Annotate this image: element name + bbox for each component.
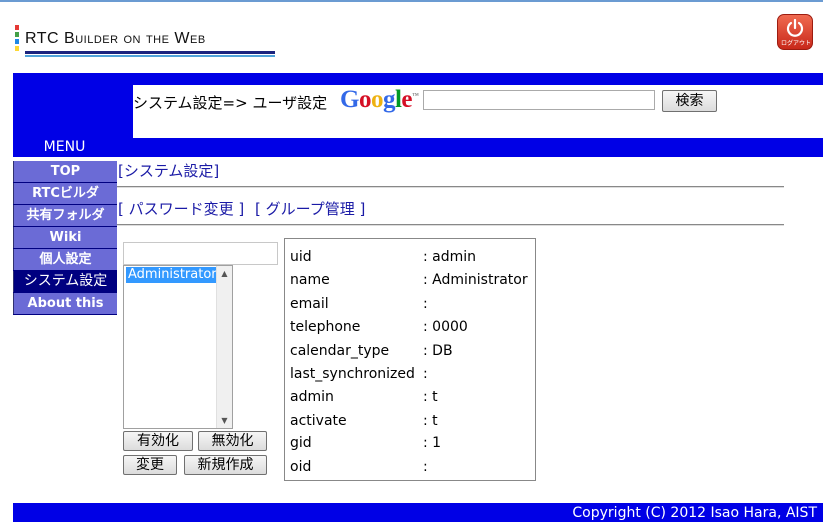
info-row: gid : 1 [290,435,441,451]
info-key: email [290,296,329,312]
google-letter: o [358,86,372,113]
info-row: oid: [290,459,428,475]
user-info-panel: uid: admin name: Administrator email: te… [284,238,536,481]
info-value: : t [423,389,438,405]
logo-bar-red [15,25,19,30]
google-logo: Google™ [340,86,419,114]
power-icon [786,19,804,37]
info-row: admin : t [290,389,438,405]
sidebar-item-wiki[interactable]: Wiki [13,227,117,248]
info-row: email: [290,296,428,312]
sidebar-menu: TOP RTCビルダ 共有フォルダ Wiki 個人設定 システム設定 About… [13,161,117,315]
sidebar-item-system-settings[interactable]: システム設定 [13,271,117,292]
scroll-up-icon[interactable]: ▲ [217,266,232,281]
info-key: telephone [290,319,361,335]
scroll-down-icon[interactable]: ▼ [217,413,232,428]
google-trademark: ™ [412,91,419,100]
info-key: activate [290,413,347,429]
sidebar-item-personal-settings[interactable]: 個人設定 [13,249,117,270]
search-button[interactable]: 検索 [662,90,717,112]
info-row: last_synchronized: [290,366,428,382]
breadcrumb: システム設定=> ユーザ設定 [133,94,328,112]
google-letter: e [401,86,413,113]
info-row: telephone : 0000 [290,319,468,335]
app-logo[interactable]: RTC Builder on the Web [15,24,275,60]
google-letter: G [340,86,359,113]
google-letter: o [370,86,384,113]
info-key: admin [290,389,334,405]
footer: Copyright (C) 2012 Isao Hara, AIST [13,503,823,522]
info-value: : Administrator [423,272,528,288]
group-management-link[interactable]: [ グループ管理 ] [255,198,365,219]
info-value: : [423,296,428,312]
listbox-scrollbar[interactable]: ▲ ▼ [216,266,232,428]
user-listbox[interactable]: Administrator ▲ ▼ [123,265,233,429]
sidebar-item-rtc-builder[interactable]: RTCビルダ [13,183,117,204]
enable-button[interactable]: 有効化 [123,431,193,451]
logo-underline-dark [25,51,275,54]
info-key: uid [290,249,312,265]
info-key: calendar_type [290,343,390,359]
divider [117,224,784,226]
logo-bar-yellow [15,46,19,51]
search-input[interactable] [423,90,655,110]
system-settings-link[interactable]: [システム設定] [118,160,219,181]
info-row: uid : admin [290,249,476,265]
disable-button[interactable]: 無効化 [198,431,267,451]
logo-bar-green [15,32,19,37]
info-key: last_synchronized [290,366,415,382]
password-change-link[interactable]: [ パスワード変更 ] [118,198,244,219]
menu-label: MENU [43,139,86,155]
logo-color-bars [15,25,19,51]
info-key: name [290,272,330,288]
info-row: calendar_type : DB [290,343,453,359]
info-value: : 0000 [423,319,468,335]
info-row: activate : t [290,413,438,429]
info-value: : admin [423,249,477,265]
logo-underline-light [25,55,275,57]
new-user-button[interactable]: 新規作成 [184,455,267,475]
sidebar-item-shared-folder[interactable]: 共有フォルダ [13,205,117,226]
info-row: name : Administrator [290,272,528,288]
logout-button[interactable]: ログアウト [777,14,813,50]
logo-bar-blue [15,39,19,44]
window-top-border [0,0,823,2]
user-list-item[interactable]: Administrator [126,267,218,283]
sidebar-item-about[interactable]: About this [13,293,117,314]
sidebar-item-top[interactable]: TOP [13,161,117,182]
info-value: : 1 [423,435,442,451]
edit-button[interactable]: 変更 [123,455,177,475]
info-key: gid [290,435,312,451]
logout-label: ログアウト [780,40,811,47]
info-value: : DB [423,343,453,359]
google-letter: g [382,86,396,113]
copyright-text: Copyright (C) 2012 Isao Hara, AIST [572,505,817,521]
info-value: : [423,366,428,382]
app-title: RTC Builder on the Web [25,30,206,47]
info-value: : t [423,413,438,429]
divider [117,186,784,188]
user-filter-input[interactable] [123,242,278,265]
info-value: : [423,459,428,475]
info-key: oid [290,459,312,475]
